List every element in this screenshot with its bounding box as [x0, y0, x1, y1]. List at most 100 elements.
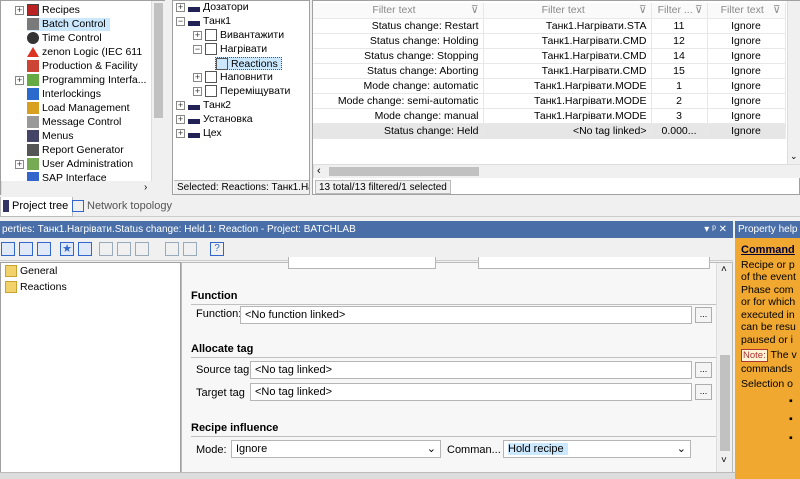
collapse-icon[interactable]: −	[193, 44, 202, 54]
function-browse-button[interactable]: ...	[695, 307, 712, 323]
table-row[interactable]: Status change: Stopping Танк1.Нагрівати.C…	[313, 48, 786, 64]
properties-nav[interactable]: General Reactions	[0, 262, 181, 473]
partial-field[interactable]	[478, 257, 710, 269]
expand-icon[interactable]: +	[15, 5, 24, 15]
table-row[interactable]: Mode change: semi-automatic Танк1.Нагріва…	[313, 93, 786, 109]
expand-icon[interactable]: +	[193, 86, 202, 96]
cell-mode[interactable]: Ignore	[707, 63, 786, 79]
table-row[interactable]: Status change: Restart Танк1.Нагрівати.ST…	[313, 18, 786, 34]
tab-project-tree[interactable]: Project tree	[0, 197, 74, 217]
expand-icon[interactable]: +	[193, 72, 202, 82]
cell-value[interactable]: 14	[651, 48, 708, 64]
target-tag-field[interactable]: <No tag linked>	[250, 383, 692, 401]
horizontal-scrollbar[interactable]: ›	[1, 181, 165, 195]
equip-item-move[interactable]: + Переміщувати	[193, 85, 290, 98]
filter-icon[interactable]: ⊽	[773, 4, 781, 16]
cell-tag[interactable]: Танк1.Нагрівати.MODE	[483, 108, 652, 124]
scroll-right-icon[interactable]: ›	[144, 182, 147, 193]
tree-item-interlockings[interactable]: Interlockings	[27, 88, 101, 101]
cell-tag[interactable]: Танк1.Нагрівати.MODE	[483, 93, 652, 109]
cell-value[interactable]: 3	[651, 108, 708, 124]
table-row[interactable]: Status change: Holding Танк1.Нагрівати.CM…	[313, 33, 786, 49]
columns-icon[interactable]	[165, 242, 179, 256]
collapse-all-icon[interactable]	[99, 242, 113, 256]
tree-item-message-control[interactable]: Message Control	[27, 116, 121, 129]
cell-tag[interactable]: Танк1.Нагрівати.STA	[483, 18, 652, 34]
cell-event[interactable]: Status change: Stopping	[313, 48, 484, 64]
filter-icon[interactable]: ⊽	[639, 4, 647, 16]
table-row[interactable]: Status change: Aborting Танк1.Нагрівати.C…	[313, 63, 786, 79]
expand-icon[interactable]: +	[176, 100, 185, 110]
cell-event[interactable]: Status change: Aborting	[313, 63, 484, 79]
equip-item-heat[interactable]: − Нагрівати	[193, 43, 267, 56]
cell-value[interactable]: 15	[651, 63, 708, 79]
tree-item-menus[interactable]: Menus	[27, 130, 74, 143]
collapse-icon[interactable]: −	[176, 16, 185, 26]
tree-item-load-management[interactable]: Load Management	[27, 102, 130, 115]
cell-value[interactable]: 1	[651, 78, 708, 94]
filter-icon[interactable]: ⊽	[695, 4, 703, 16]
equip-item-shop[interactable]: + Цех	[176, 127, 222, 140]
filter-tag[interactable]: Filter text ⊽	[483, 3, 652, 19]
expand-icon[interactable]: +	[176, 114, 185, 124]
nav-item-reactions[interactable]: Reactions	[5, 281, 67, 294]
cell-mode[interactable]: Ignore	[707, 18, 786, 34]
tree-item-user-administration[interactable]: + User Administration	[15, 158, 133, 171]
cell-mode[interactable]: Ignore	[707, 108, 786, 124]
scroll-left-icon[interactable]: ‹	[317, 165, 321, 177]
filter-event[interactable]: Filter text ⊽	[313, 3, 484, 19]
target-tag-browse-button[interactable]: ...	[695, 384, 712, 400]
grid-vertical-scrollbar[interactable]: ⌄	[787, 1, 800, 164]
equip-item-reactions[interactable]: Reactions	[215, 57, 282, 71]
properties-scrollbar[interactable]: ˄ ˅	[716, 263, 732, 472]
nav-item-general[interactable]: General	[5, 265, 57, 278]
expand-icon[interactable]: +	[15, 159, 24, 169]
equip-item-fill[interactable]: + Наповнити	[193, 71, 273, 84]
expand-all-icon[interactable]	[117, 242, 131, 256]
cell-mode[interactable]: Ignore	[707, 48, 786, 64]
categorized-icon[interactable]	[19, 242, 33, 256]
partial-field[interactable]	[288, 257, 436, 269]
equip-item-plant[interactable]: + Установка	[176, 113, 253, 126]
source-tag-field[interactable]: <No tag linked>	[250, 361, 692, 379]
cell-event[interactable]: Mode change: semi-automatic	[313, 93, 484, 109]
vertical-scrollbar[interactable]	[151, 1, 165, 181]
table-row[interactable]: Mode change: manual Танк1.Нагрівати.MODE 3…	[313, 108, 786, 124]
cell-value[interactable]: 12	[651, 33, 708, 49]
cell-event[interactable]: Status change: Holding	[313, 33, 484, 49]
scroll-down-icon[interactable]: ˅	[721, 455, 727, 466]
tree-item-production[interactable]: Production & Facility	[27, 60, 138, 73]
cell-value[interactable]: 11	[651, 18, 708, 34]
cell-event[interactable]: Mode change: automatic	[313, 78, 484, 94]
tree-item-time-control[interactable]: Time Control	[27, 32, 102, 45]
cell-value[interactable]: 0.000...	[651, 123, 708, 139]
cell-event[interactable]: Mode change: manual	[313, 108, 484, 124]
filter-mode[interactable]: Filter text ⊽	[707, 3, 786, 19]
reactions-grid[interactable]: Filter text ⊽ Filter text ⊽ Filter ... ⊽ Fi…	[312, 0, 800, 195]
equip-item-tank2[interactable]: + Танк2	[176, 99, 231, 112]
tree-item-report-generator[interactable]: Report Generator	[27, 144, 124, 157]
cell-mode[interactable]: Ignore	[707, 78, 786, 94]
mode-select[interactable]: Ignore ⌄	[231, 440, 441, 458]
favorites-icon[interactable]: ★	[60, 242, 74, 256]
cell-event[interactable]: Status change: Restart	[313, 18, 484, 34]
cell-mode[interactable]: Ignore	[707, 33, 786, 49]
filter-props-icon[interactable]	[78, 242, 92, 256]
window-controls[interactable]: ▾ ᵖ ✕	[704, 221, 727, 238]
cell-tag[interactable]: Танк1.Нагрівати.CMD	[483, 63, 652, 79]
source-tag-browse-button[interactable]: ...	[695, 362, 712, 378]
grid-view-icon[interactable]	[1, 242, 15, 256]
cell-tag[interactable]: Танк1.Нагрівати.CMD	[483, 33, 652, 49]
list-view-icon[interactable]	[37, 242, 51, 256]
tree-item-zenon-logic[interactable]: zenon Logic (IEC 611	[27, 46, 142, 59]
cell-mode[interactable]: Ignore	[707, 123, 786, 139]
cell-tag[interactable]: Танк1.Нагрівати.MODE	[483, 78, 652, 94]
grid-horizontal-scrollbar[interactable]: ‹	[313, 164, 800, 178]
function-field[interactable]: <No function linked>	[240, 306, 692, 324]
command-select[interactable]: Hold recipe ⌄	[503, 440, 691, 458]
tree-item-recipes[interactable]: + Recipes	[15, 4, 80, 17]
expand-icon[interactable]: +	[176, 2, 185, 12]
tree-item-sap[interactable]: SAP Interface	[27, 172, 107, 181]
cell-value[interactable]: 2	[651, 93, 708, 109]
tree-item-batch-control[interactable]: Batch Control	[27, 18, 110, 31]
